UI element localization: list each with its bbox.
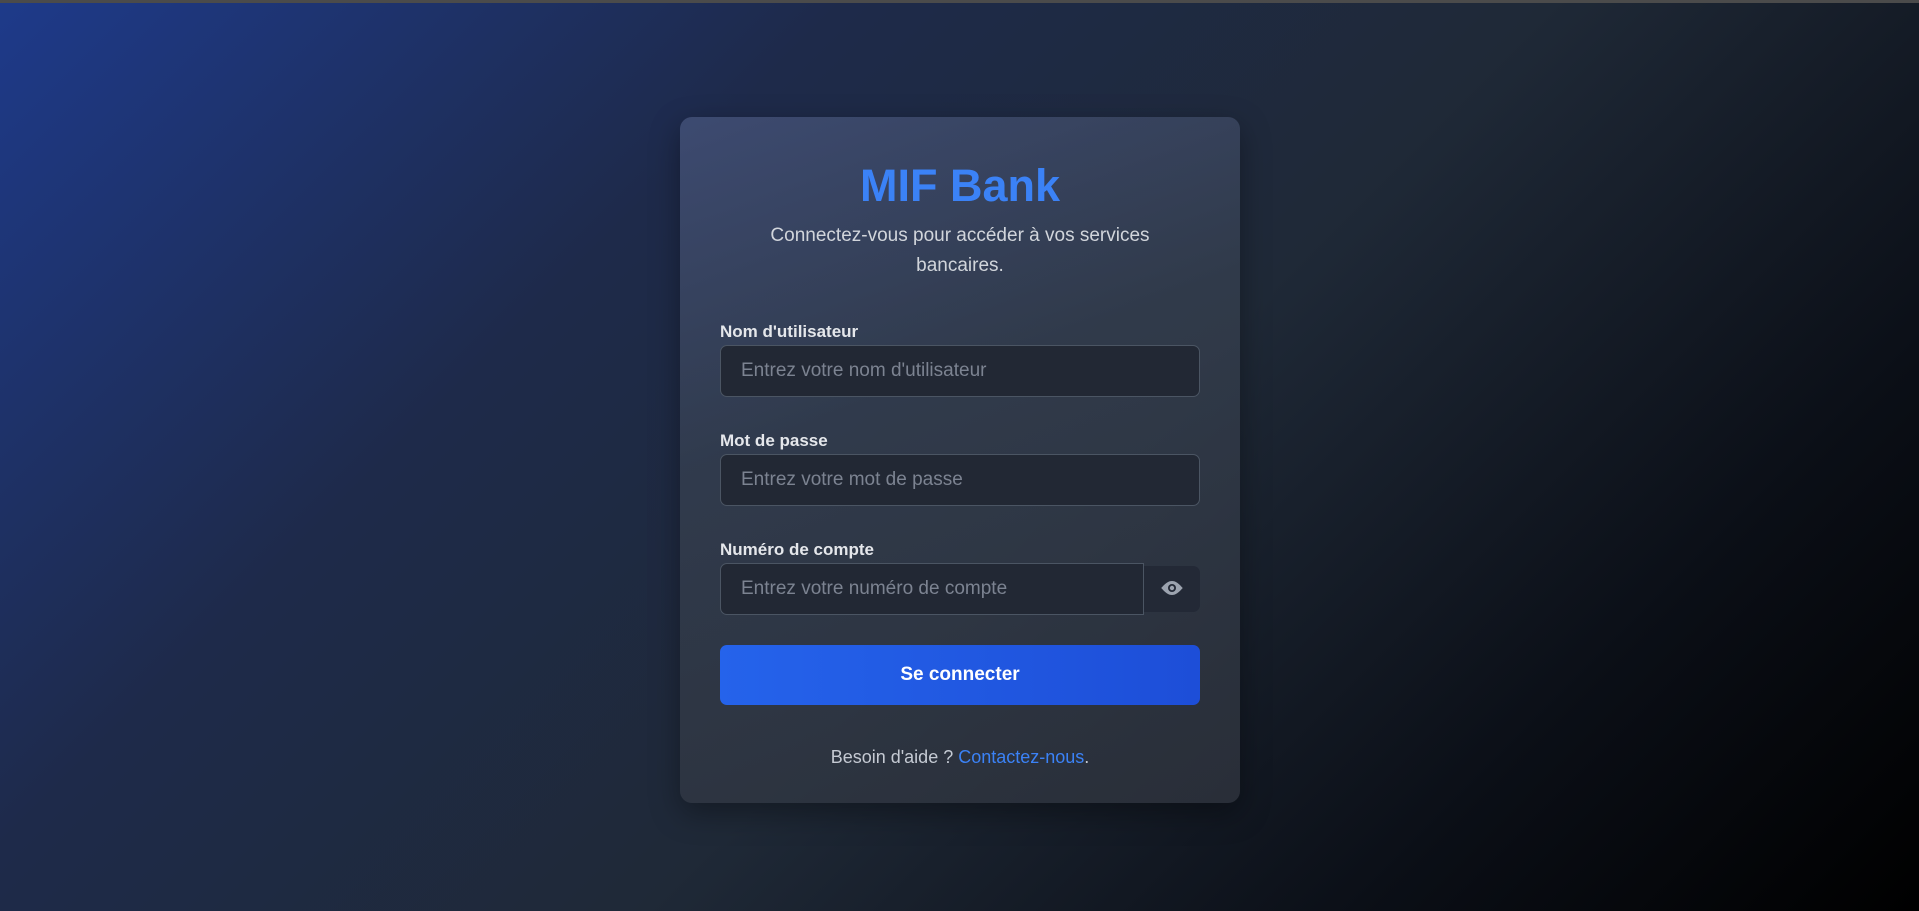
bank-title: MIF Bank xyxy=(859,160,1061,211)
account-label: Numéro de compte xyxy=(720,540,874,559)
password-input[interactable] xyxy=(720,454,1200,506)
login-button[interactable]: Se connecter xyxy=(720,645,1200,705)
username-input[interactable] xyxy=(720,345,1200,397)
top-border xyxy=(0,0,1919,3)
help-prefix: Besoin d'aide ? xyxy=(830,747,959,767)
help-suffix: . xyxy=(1084,747,1090,767)
account-group: Numéro de compte xyxy=(720,539,1200,615)
username-label: Nom d'utilisateur xyxy=(720,322,859,341)
password-group: Mot de passe xyxy=(720,430,1200,506)
login-card: MIF Bank Connectez-vous pour accéder à v… xyxy=(680,117,1240,803)
help-text: Besoin d'aide ? Contactez-nous. xyxy=(720,747,1200,768)
password-label: Mot de passe xyxy=(720,431,828,450)
login-subtitle: Connectez-vous pour accéder à vos servic… xyxy=(770,225,1150,276)
contact-link[interactable]: Contactez-nous xyxy=(958,747,1084,767)
account-number-input[interactable] xyxy=(720,563,1144,615)
toggle-visibility-button[interactable] xyxy=(1144,566,1200,612)
account-input-row xyxy=(720,563,1200,615)
username-group: Nom d'utilisateur xyxy=(720,321,1200,397)
eye-icon xyxy=(1160,580,1184,599)
